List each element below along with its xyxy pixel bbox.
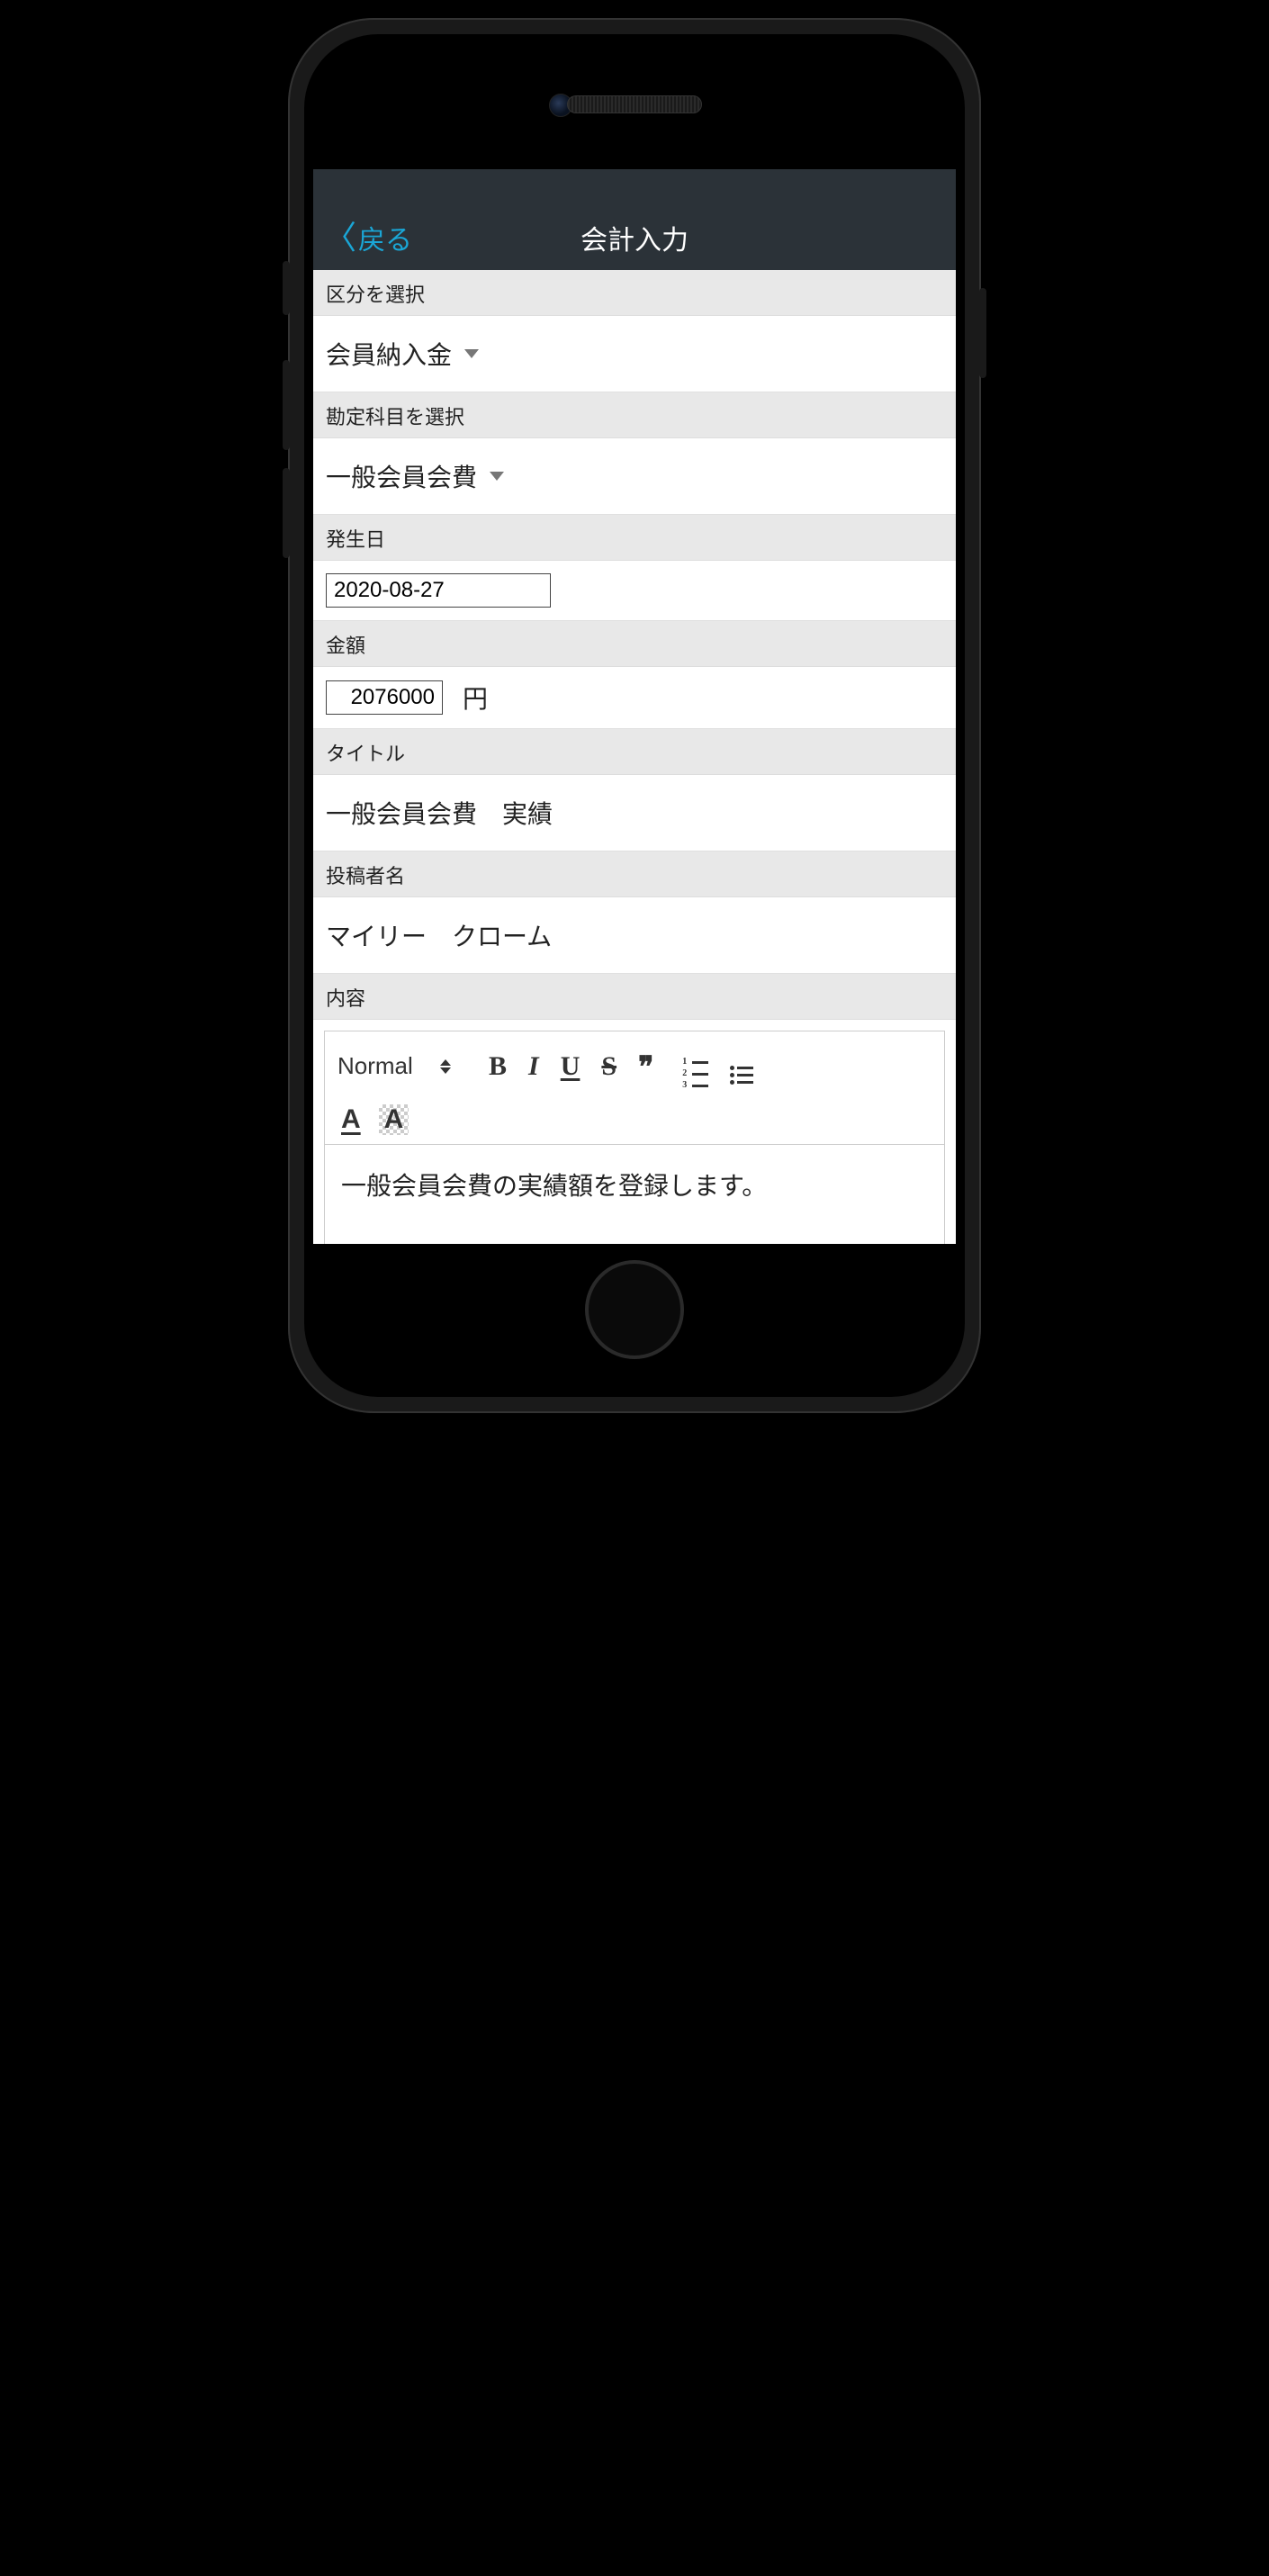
nav-bar: 〈 戻る 会計入力 xyxy=(313,205,956,270)
sort-icon xyxy=(440,1059,451,1074)
italic-button[interactable]: I xyxy=(525,1051,543,1082)
chevron-left-icon: 〈 xyxy=(324,221,356,254)
style-select-label: Normal xyxy=(338,1052,413,1080)
style-select[interactable]: Normal xyxy=(338,1052,464,1080)
category-value: 会員納入金 xyxy=(326,336,452,372)
author-section-header: 投稿者名 xyxy=(313,851,956,897)
date-input[interactable] xyxy=(326,573,551,608)
caret-down-icon xyxy=(464,349,479,358)
date-section-header: 発生日 xyxy=(313,515,956,561)
unordered-list-icon xyxy=(730,1066,753,1085)
earpiece-area xyxy=(313,43,956,169)
phone-frame: 〈 戻る 会計入力 区分を選択 会員納入金 勘定科目を選択 一般会員会費 xyxy=(288,18,981,1413)
category-section-header: 区分を選択 xyxy=(313,270,956,316)
amount-input[interactable] xyxy=(326,680,443,715)
bold-button[interactable]: B xyxy=(485,1051,510,1082)
volume-down-button xyxy=(283,468,290,558)
strikethrough-button[interactable]: S xyxy=(598,1051,620,1082)
format-group: B I U S ❞ xyxy=(485,1050,657,1083)
account-dropdown[interactable]: 一般会員会費 xyxy=(313,438,956,515)
title-row[interactable]: 一般会員会費 実績 xyxy=(313,775,956,851)
rich-text-editor: Normal B I U S xyxy=(324,1031,945,1244)
content-section-header: 内容 xyxy=(313,974,956,1020)
account-section-header: 勘定科目を選択 xyxy=(313,392,956,438)
editor-wrap: Normal B I U S xyxy=(313,1020,956,1244)
unordered-list-button[interactable] xyxy=(726,1047,757,1086)
status-bar xyxy=(313,169,956,205)
ordered-list-button[interactable]: 1 2 3 xyxy=(679,1040,712,1092)
amount-section-header: 金額 xyxy=(313,621,956,667)
category-dropdown[interactable]: 会員納入金 xyxy=(313,316,956,392)
editor-toolbar: Normal B I U S xyxy=(325,1031,944,1145)
mute-switch xyxy=(283,261,290,315)
account-value: 一般会員会費 xyxy=(326,458,477,494)
caret-down-icon xyxy=(490,472,504,481)
app-screen: 〈 戻る 会計入力 区分を選択 会員納入金 勘定科目を選択 一般会員会費 xyxy=(313,169,956,1244)
color-group: A A xyxy=(338,1104,932,1135)
title-value: 一般会員会費 実績 xyxy=(326,795,553,831)
power-button xyxy=(979,288,986,378)
author-value: マイリー クローム xyxy=(326,917,552,953)
form-content: 区分を選択 会員納入金 勘定科目を選択 一般会員会費 発生日 金額 xyxy=(313,270,956,1244)
editor-body[interactable]: 一般会員会費の実績額を登録します。 xyxy=(325,1145,944,1244)
list-group: 1 2 3 xyxy=(679,1040,757,1092)
amount-unit: 円 xyxy=(463,680,488,716)
amount-row: 円 xyxy=(313,667,956,729)
back-button[interactable]: 〈 戻る xyxy=(324,218,412,257)
page-title: 会計入力 xyxy=(580,218,688,257)
speaker-grill xyxy=(567,95,702,113)
text-color-button[interactable]: A xyxy=(338,1104,364,1135)
author-row[interactable]: マイリー クローム xyxy=(313,897,956,974)
editor-text: 一般会員会費の実績額を登録します。 xyxy=(341,1172,767,1200)
volume-up-button xyxy=(283,360,290,450)
ordered-list-icon: 1 2 3 xyxy=(682,1058,708,1090)
blockquote-button[interactable]: ❞ xyxy=(634,1050,657,1083)
date-row xyxy=(313,561,956,621)
underline-button[interactable]: U xyxy=(557,1051,584,1082)
background-color-button[interactable]: A xyxy=(379,1104,410,1135)
back-label: 戻る xyxy=(358,218,412,257)
title-section-header: タイトル xyxy=(313,729,956,775)
home-button[interactable] xyxy=(585,1260,684,1359)
